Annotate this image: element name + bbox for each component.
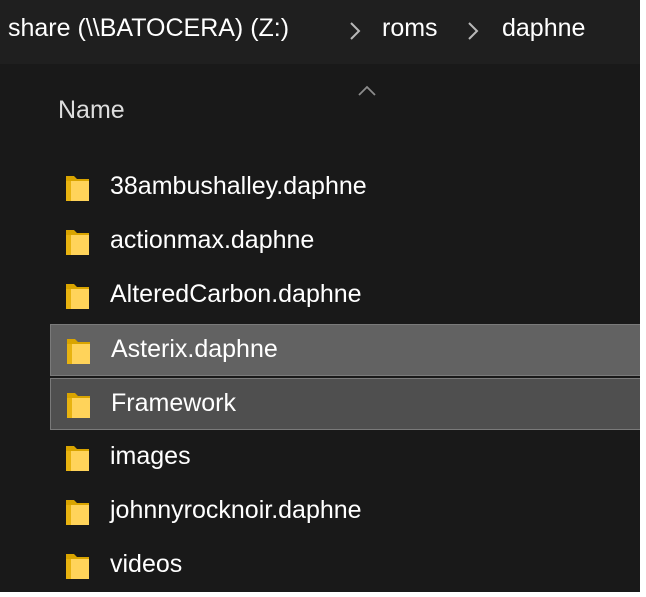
file-explorer-window: share (\\BATOCERA) (Z:) roms daphne Name… [0, 0, 640, 592]
breadcrumb-share-drive[interactable]: share (\\BATOCERA) (Z:) [8, 14, 289, 43]
screenshot-frame: share (\\BATOCERA) (Z:) roms daphne Name… [0, 0, 646, 597]
folder-icon [67, 339, 90, 364]
list-item-6[interactable]: johnnyrocknoir.daphne [50, 486, 640, 538]
column-header-name[interactable]: Name [58, 96, 125, 125]
file-name: Framework [111, 389, 237, 417]
column-header[interactable]: Name [0, 64, 640, 156]
address-bar[interactable]: share (\\BATOCERA) (Z:) roms daphne [0, 0, 640, 64]
list-item-4[interactable]: Framework [50, 378, 640, 430]
list-item-3[interactable]: Asterix.daphne [50, 324, 640, 376]
folder-icon [67, 393, 90, 418]
list-item-5[interactable]: images [50, 432, 640, 484]
breadcrumb-roms[interactable]: roms [382, 14, 438, 43]
folder-icon [66, 230, 89, 255]
file-name: johnnyrocknoir.daphne [110, 496, 362, 524]
file-name: images [110, 442, 191, 470]
breadcrumb-daphne[interactable]: daphne [502, 14, 585, 43]
file-name: actionmax.daphne [110, 226, 315, 254]
folder-icon [66, 554, 89, 579]
folder-icon [66, 500, 89, 525]
list-item-7[interactable]: videos [50, 540, 640, 592]
file-name: videos [110, 550, 183, 578]
file-name: AlteredCarbon.daphne [110, 280, 362, 308]
chevron-up-icon [358, 85, 376, 96]
file-name: 38ambushalley.daphne [110, 172, 367, 200]
file-name: Asterix.daphne [111, 335, 278, 363]
list-item-1[interactable]: actionmax.daphne [50, 216, 640, 268]
folder-icon [66, 284, 89, 309]
folder-icon [66, 176, 89, 201]
chevron-right-icon[interactable] [464, 19, 482, 43]
list-item-0[interactable]: 38ambushalley.daphne [50, 162, 640, 214]
list-item-2[interactable]: AlteredCarbon.daphne [50, 270, 640, 322]
folder-icon [66, 446, 89, 471]
chevron-right-icon[interactable] [346, 19, 364, 43]
